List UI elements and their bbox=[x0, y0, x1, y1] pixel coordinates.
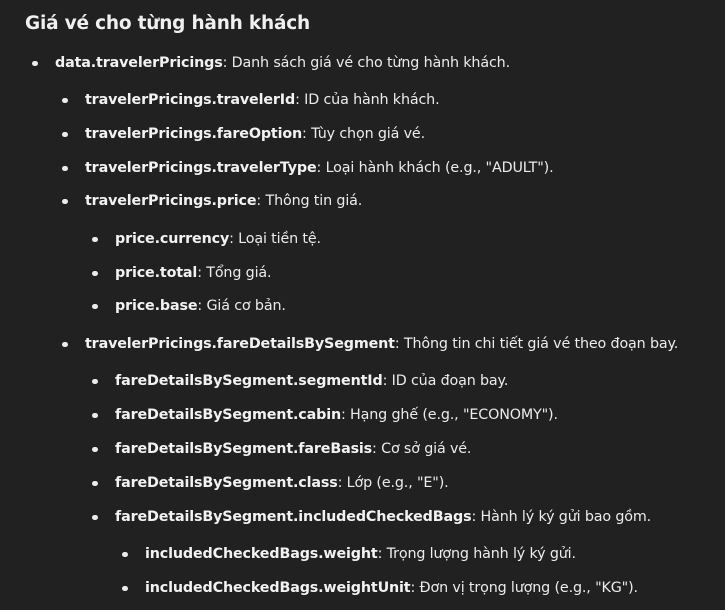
list-item: data.travelerPricings: Danh sách giá vé … bbox=[32, 53, 511, 73]
list-item: price.base: Giá cơ bản. bbox=[92, 296, 286, 316]
list-item: price.total: Tổng giá. bbox=[91, 263, 272, 283]
field-description: : Hạng ghế (e.g., "ECONOMY"). bbox=[341, 407, 558, 423]
list-item: travelerPricings.travelerId: ID của hành… bbox=[61, 90, 440, 110]
list-item: fareDetailsBySegment.class: Lớp (e.g., "… bbox=[92, 473, 449, 493]
field-key: includedCheckedBags.weight bbox=[145, 546, 378, 562]
field-key: price.currency bbox=[115, 231, 230, 247]
field-key: fareDetailsBySegment.segmentId bbox=[115, 373, 383, 389]
field-description: : Trọng lượng hành lý ký gửi. bbox=[377, 546, 576, 562]
field-description: : Tổng giá. bbox=[197, 265, 272, 281]
list-item: fareDetailsBySegment.segmentId: ID của đ… bbox=[91, 371, 509, 391]
list-item: includedCheckedBags.weightUnit: Đơn vị t… bbox=[122, 578, 639, 598]
field-key: includedCheckedBags.weightUnit bbox=[145, 580, 411, 596]
list-item: fareDetailsBySegment.cabin: Hạng ghế (e.… bbox=[92, 405, 558, 425]
field-key: travelerPricings.travelerType bbox=[85, 160, 317, 176]
field-description: : Thông tin chi tiết giá vé theo đoạn ba… bbox=[394, 336, 679, 352]
list-item: travelerPricings.fareDetailsBySegment: T… bbox=[61, 334, 679, 354]
list-item: fareDetailsBySegment.includedCheckedBags… bbox=[91, 507, 652, 527]
field-key: data.travelerPricings bbox=[55, 55, 223, 71]
field-key: price.total bbox=[115, 265, 198, 281]
field-description: : Đơn vị trọng lượng (e.g., "KG"). bbox=[410, 580, 639, 596]
field-description: : ID của đoạn bay. bbox=[382, 373, 509, 389]
field-key: price.base bbox=[115, 298, 198, 314]
list-item: travelerPricings.travelerType: Loại hành… bbox=[61, 158, 554, 178]
list-item: travelerPricings.fareOption: Tùy chọn gi… bbox=[62, 124, 425, 144]
field-description: : Giá cơ bản. bbox=[197, 298, 286, 314]
list-item: includedCheckedBags.weight: Trọng lượng … bbox=[122, 544, 576, 564]
field-description: : Tùy chọn giá vé. bbox=[302, 126, 425, 142]
list-item: fareDetailsBySegment.fareBasis: Cơ sở gi… bbox=[91, 439, 472, 459]
field-description: : Danh sách giá vé cho từng hành khách. bbox=[222, 55, 511, 71]
field-description: : Loại tiền tệ. bbox=[229, 231, 321, 247]
field-description: : ID của hành khách. bbox=[295, 92, 440, 108]
field-description: : Lớp (e.g., "E"). bbox=[337, 475, 449, 491]
list-item: travelerPricings.price: Thông tin giá. bbox=[61, 191, 363, 211]
field-key: fareDetailsBySegment.includedCheckedBags bbox=[115, 509, 472, 525]
field-key: fareDetailsBySegment.cabin bbox=[115, 407, 341, 423]
field-key: travelerPricings.travelerId bbox=[85, 92, 296, 108]
list-item: price.currency: Loại tiền tệ. bbox=[92, 229, 321, 249]
field-key: travelerPricings.fareOption bbox=[85, 126, 303, 142]
field-description: : Hành lý ký gửi bao gồm. bbox=[471, 509, 652, 525]
document-content: Giá vé cho từng hành khách data.traveler… bbox=[0, 0, 725, 610]
section-heading: Giá vé cho từng hành khách bbox=[25, 13, 310, 34]
field-key: fareDetailsBySegment.fareBasis bbox=[115, 441, 373, 457]
field-key: travelerPricings.fareDetailsBySegment bbox=[85, 336, 395, 352]
field-description: : Cơ sở giá vé. bbox=[372, 441, 472, 457]
field-description: : Thông tin giá. bbox=[256, 193, 363, 209]
field-key: travelerPricings.price bbox=[85, 193, 257, 209]
field-description: : Loại hành khách (e.g., "ADULT"). bbox=[316, 160, 554, 176]
field-key: fareDetailsBySegment.class bbox=[115, 475, 338, 491]
